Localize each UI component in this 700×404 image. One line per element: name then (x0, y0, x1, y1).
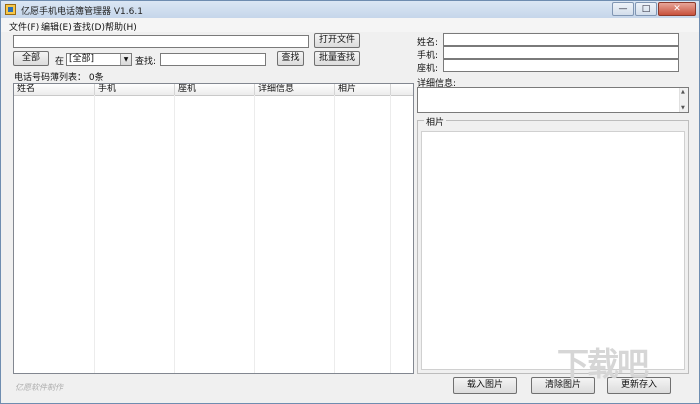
find-input[interactable] (160, 53, 266, 66)
column-header-landline[interactable]: 座机 (175, 84, 255, 95)
column-divider (390, 95, 391, 373)
column-divider (334, 95, 335, 373)
in-label: 在 (55, 57, 65, 67)
scroll-up-icon: ▲ (681, 89, 685, 95)
menu-edit[interactable]: 编辑(E) (41, 20, 72, 33)
window-title: 亿愿手机电话簿管理器 V1.6.1 (21, 7, 143, 17)
list-header: 姓名 手机 座机 详细信息 相片 (14, 84, 413, 96)
name-label: 姓名: (417, 38, 439, 48)
column-divider (254, 95, 255, 373)
close-icon: ✕ (673, 4, 681, 14)
menu-bar: 文件(F) 编辑(E) 查找(D) 帮助(H) (1, 18, 699, 33)
batch-search-button[interactable]: 批量查找 (314, 51, 360, 66)
file-path-field[interactable] (13, 35, 309, 48)
chevron-down-icon: ▼ (120, 54, 131, 65)
title-bar: 亿愿手机电话簿管理器 V1.6.1 — □ ✕ (1, 1, 699, 18)
maximize-icon: □ (641, 4, 651, 14)
scope-select-value: [全部] (69, 54, 95, 64)
open-file-button[interactable]: 打开文件 (314, 33, 360, 48)
name-input[interactable] (443, 33, 679, 46)
landline-input[interactable] (443, 59, 679, 72)
show-all-button[interactable]: 全部 (13, 51, 49, 66)
column-header-name[interactable]: 姓名 (14, 84, 95, 95)
scroll-down-icon: ▼ (681, 105, 685, 111)
scope-select[interactable]: [全部] ▼ (66, 53, 132, 66)
credit-text: 亿愿软件制作 (15, 383, 63, 392)
menu-file[interactable]: 文件(F) (9, 20, 39, 33)
column-header-details[interactable]: 详细信息 (255, 84, 335, 95)
column-header-photo[interactable]: 相片 (335, 84, 391, 95)
details-scrollbar[interactable]: ▲ ▼ (679, 88, 688, 112)
photo-group-label: 相片 (424, 115, 447, 128)
minimize-button[interactable]: — (612, 2, 634, 16)
close-button[interactable]: ✕ (658, 2, 696, 16)
minimize-icon: — (618, 4, 628, 14)
landline-label: 座机: (417, 64, 439, 74)
find-label: 查找: (135, 57, 157, 67)
photo-group: 相片 (417, 115, 689, 374)
mobile-input[interactable] (443, 46, 679, 59)
details-textarea[interactable]: ▲ ▼ (417, 87, 689, 113)
mobile-label: 手机: (417, 51, 439, 61)
column-divider (94, 95, 95, 373)
menu-help[interactable]: 帮助(H) (105, 20, 137, 33)
load-photo-button[interactable]: 载入图片 (453, 377, 517, 394)
app-icon (5, 4, 16, 15)
photo-area (421, 131, 685, 370)
menu-find[interactable]: 查找(D) (73, 20, 105, 33)
maximize-button[interactable]: □ (635, 2, 657, 16)
column-header-mobile[interactable]: 手机 (95, 84, 175, 95)
site-watermark-logo: 下载吧 (557, 345, 649, 383)
column-divider (174, 95, 175, 373)
window-controls: — □ ✕ (611, 2, 696, 17)
app-window: 亿愿手机电话簿管理器 V1.6.1 — □ ✕ 文件(F) 编辑(E) 查找(D… (0, 0, 700, 404)
list-summary: 电话号码薄列表： 0条 (14, 73, 104, 83)
search-button[interactable]: 查找 (277, 51, 304, 66)
contact-list[interactable]: 姓名 手机 座机 详细信息 相片 (13, 83, 414, 374)
